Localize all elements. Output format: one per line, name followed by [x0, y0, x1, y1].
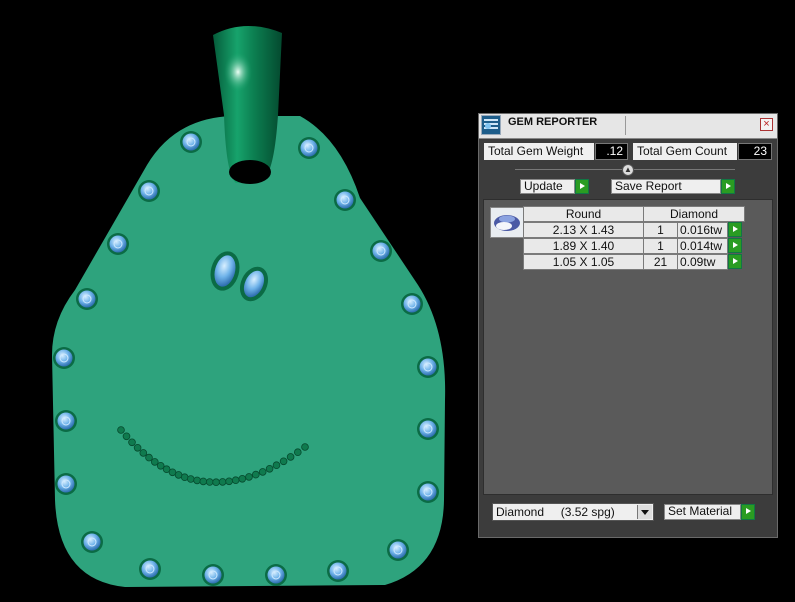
round-gem[interactable]	[139, 558, 161, 580]
smile-bead	[286, 453, 295, 461]
title-separator	[625, 116, 626, 135]
round-gem[interactable]	[401, 293, 423, 315]
update-arrow-icon[interactable]	[575, 179, 589, 194]
row-2-arrow-icon[interactable]	[728, 238, 742, 253]
pendant-body[interactable]	[52, 116, 446, 587]
round-gem[interactable]	[298, 137, 320, 159]
smile-bead	[225, 477, 233, 486]
row-3-size: 1.05 X 1.05	[523, 254, 644, 270]
smile-bead	[212, 478, 220, 487]
header-diamond: Diamond	[643, 206, 745, 222]
header-round: Round	[523, 206, 644, 222]
round-gem[interactable]	[202, 564, 224, 586]
row-1-arrow-icon[interactable]	[728, 222, 742, 237]
round-gem[interactable]	[138, 180, 160, 202]
panel-title: GEM REPORTER	[508, 116, 598, 128]
total-gem-count-label: Total Gem Count	[633, 143, 737, 160]
save-report-button[interactable]: Save Report	[611, 179, 721, 194]
round-gem[interactable]	[180, 131, 202, 153]
smile-bead	[258, 468, 267, 476]
smile-bead	[145, 453, 153, 462]
row-1-size: 2.13 X 1.43	[523, 222, 644, 238]
material-select[interactable]: Diamond (3.52 spg)	[492, 503, 654, 521]
gem-reporter-panel: GEM REPORTER × Total Gem Weight .12 Tota…	[478, 113, 778, 538]
smile-bead	[199, 477, 208, 486]
total-gem-count-value: 23	[738, 143, 772, 160]
row-1-count: 1	[643, 222, 678, 238]
chevron-down-icon[interactable]	[637, 505, 652, 519]
smile-bead	[151, 458, 159, 466]
smile-bead	[193, 476, 201, 485]
row-3-count: 21	[643, 254, 678, 270]
round-gem-thumbnail	[490, 207, 524, 238]
smile-bead	[122, 432, 131, 441]
round-gem[interactable]	[107, 233, 129, 255]
smile-bead	[205, 478, 214, 486]
total-gem-weight-value: .12	[595, 143, 628, 160]
smile-bead	[187, 475, 195, 483]
round-gem[interactable]	[265, 564, 287, 586]
round-gem[interactable]	[81, 531, 103, 553]
round-gem[interactable]	[55, 410, 77, 432]
round-gem[interactable]	[387, 539, 409, 561]
round-gem[interactable]	[327, 560, 349, 582]
save-report-arrow-icon[interactable]	[721, 179, 735, 194]
material-select-name: Diamond	[496, 505, 545, 519]
round-gem[interactable]	[370, 240, 392, 262]
smile-bead	[231, 476, 240, 485]
update-button[interactable]: Update	[520, 179, 575, 194]
smile-bead	[301, 443, 309, 451]
gem-reporter-icon	[481, 115, 501, 135]
smile-bead	[139, 449, 148, 457]
total-gem-weight-label: Total Gem Weight	[484, 143, 594, 160]
row-1-weight: 0.016tw	[677, 222, 728, 238]
set-material-arrow-icon[interactable]	[741, 504, 755, 520]
row-3-arrow-icon[interactable]	[728, 254, 742, 269]
panel-titlebar[interactable]: GEM REPORTER ×	[479, 114, 777, 139]
smile-bead	[238, 474, 247, 483]
round-gem[interactable]	[55, 473, 77, 495]
smile-bead	[245, 473, 253, 481]
smile-bead	[265, 464, 274, 473]
smile-bead	[218, 478, 227, 486]
smile-bead	[252, 470, 260, 479]
row-3-weight: 0.09tw	[677, 254, 728, 270]
row-2-count: 1	[643, 238, 678, 254]
smile-bead	[293, 448, 302, 457]
round-gem[interactable]	[417, 356, 439, 378]
smile-bead	[128, 438, 136, 447]
smile-bead	[117, 426, 125, 434]
material-select-spec: (3.52 spg)	[560, 505, 615, 519]
round-gem[interactable]	[76, 288, 98, 310]
gem-report-table: Round Diamond 2.13 X 1.43 1 0.016tw 1.89…	[483, 199, 773, 495]
smile-bead	[272, 461, 281, 470]
close-button[interactable]: ×	[760, 118, 773, 131]
smile-bead	[279, 457, 288, 466]
collapse-up-icon[interactable]: ▲	[622, 164, 634, 176]
smile-bead	[133, 443, 142, 452]
round-gem[interactable]	[334, 189, 356, 211]
set-material-button[interactable]: Set Material	[664, 504, 741, 520]
row-2-size: 1.89 X 1.40	[523, 238, 644, 254]
round-gem[interactable]	[53, 347, 75, 369]
row-2-weight: 0.014tw	[677, 238, 728, 254]
round-gem[interactable]	[417, 418, 439, 440]
round-gem[interactable]	[417, 481, 439, 503]
